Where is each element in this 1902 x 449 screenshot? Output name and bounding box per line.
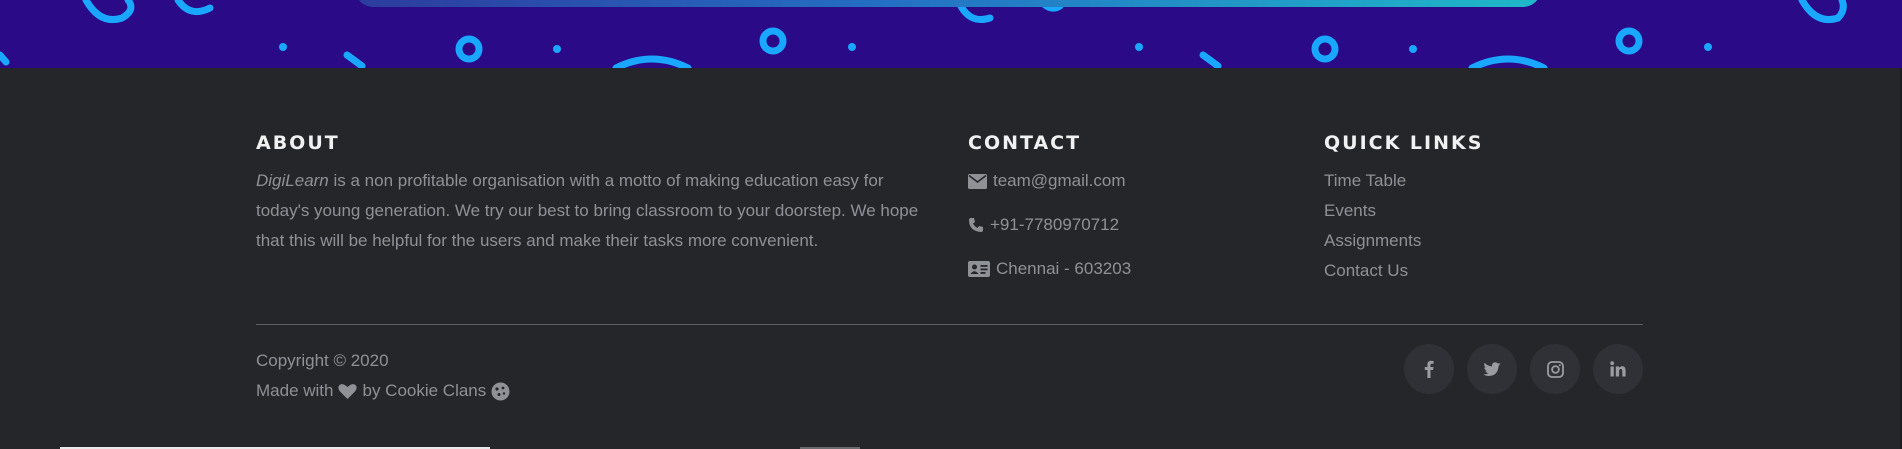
brand-name: DigiLearn <box>256 171 329 190</box>
contact-address-text: Chennai - 603203 <box>996 259 1132 278</box>
facebook-button[interactable] <box>1404 344 1454 394</box>
contact-phone-text[interactable]: +91-7780970712 <box>990 215 1119 235</box>
link-assignments[interactable]: Assignments <box>1324 226 1644 256</box>
facebook-icon <box>1424 360 1434 378</box>
footer-contact: CONTACT team@gmail.com +91-7780970712 Ch… <box>968 132 1288 298</box>
quick-link-item: Events <box>1324 196 1644 226</box>
quick-link-item: Time Table <box>1324 166 1644 196</box>
phone-icon <box>969 218 983 232</box>
footer-divider <box>256 324 1643 325</box>
footer-about: ABOUT DigiLearn is a non profitable orga… <box>256 132 936 256</box>
instagram-icon <box>1546 360 1564 378</box>
social-links <box>1404 344 1643 394</box>
cookie-icon <box>491 382 510 400</box>
banner-pattern <box>0 0 1847 68</box>
quick-links-title: QUICK LINKS <box>1324 132 1484 154</box>
hero-banner-bottom <box>0 0 1902 68</box>
envelope-icon <box>968 173 987 189</box>
made-with-line: Made with by Cookie Clans <box>256 376 510 406</box>
about-title: ABOUT <box>256 132 340 154</box>
about-text: DigiLearn is a non profitable organisati… <box>256 166 936 256</box>
contact-title: CONTACT <box>968 132 1082 154</box>
quick-link-item: Assignments <box>1324 226 1644 256</box>
address-card-icon <box>968 261 990 277</box>
linkedin-button[interactable] <box>1593 344 1643 394</box>
instagram-button[interactable] <box>1530 344 1580 394</box>
made-with-text: Made with <box>256 381 334 400</box>
copyright-block: Copyright © 2020 Made with by Cookie Cla… <box>256 346 510 406</box>
about-description: is a non profitable organisation with a … <box>256 171 919 250</box>
footer-quick-links: QUICK LINKS Time Table Events Assignment… <box>1324 132 1644 286</box>
quick-links-list: Time Table Events Assignments Contact Us <box>1324 166 1644 286</box>
twitter-button[interactable] <box>1467 344 1517 394</box>
quick-link-item: Contact Us <box>1324 256 1644 286</box>
link-events[interactable]: Events <box>1324 196 1644 226</box>
banner-cta-strip <box>355 0 1541 7</box>
made-by-text: by Cookie Clans <box>362 381 487 400</box>
contact-address: Chennai - 603203 <box>968 254 1288 284</box>
contact-phone: +91-7780970712 <box>968 210 1288 240</box>
link-time-table[interactable]: Time Table <box>1324 166 1644 196</box>
contact-email-text[interactable]: team@gmail.com <box>993 171 1126 191</box>
twitter-icon <box>1483 361 1501 376</box>
linkedin-icon <box>1610 361 1626 377</box>
site-footer: ABOUT DigiLearn is a non profitable orga… <box>0 68 1902 449</box>
copyright-line: Copyright © 2020 <box>256 351 389 370</box>
link-contact-us[interactable]: Contact Us <box>1324 256 1644 286</box>
heart-icon <box>338 383 358 399</box>
contact-email: team@gmail.com <box>968 166 1288 196</box>
